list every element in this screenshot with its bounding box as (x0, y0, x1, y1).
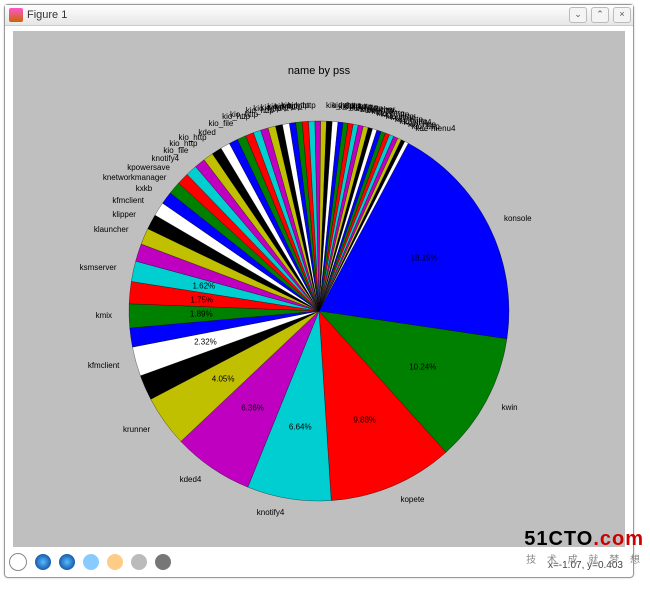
slice-label: klauncher (71, 225, 129, 234)
slice-percent: 18.19% (411, 253, 438, 262)
slice-label: knetworkmanager (103, 173, 161, 182)
watermark: 51CTO.com 技 术 成 就 梦 想 (524, 528, 644, 566)
home-icon[interactable] (9, 553, 27, 571)
watermark-sub: 技 术 成 就 梦 想 (524, 551, 644, 566)
back-icon[interactable] (35, 554, 51, 570)
maximize-button[interactable]: ⌃ (591, 7, 609, 23)
window-title: Figure 1 (27, 9, 67, 21)
slice-label: ksmserver (59, 263, 117, 272)
pie-chart (13, 31, 625, 547)
slice-label: kmix (54, 311, 112, 320)
forward-icon[interactable] (59, 554, 75, 570)
slice-label: krunner (92, 425, 150, 434)
slice-percent: 4.05% (212, 375, 235, 384)
zoom-icon[interactable] (107, 554, 123, 570)
slice-label: kio_http (258, 101, 316, 110)
figure-window: Figure 1 ⌄ ⌃ × name by pss konsole18.19%… (4, 4, 634, 578)
minimize-button[interactable]: ⌄ (569, 7, 587, 23)
save-icon[interactable] (155, 554, 171, 570)
slice-label: kde-menu4 (415, 124, 455, 133)
slice-label: kpowersave (112, 163, 170, 172)
slice-percent: 6.64% (289, 423, 312, 432)
slice-label: kded4 (143, 475, 201, 484)
slice-percent: 10.24% (409, 362, 436, 371)
watermark-main-red: .com (593, 528, 644, 550)
app-icon (9, 8, 23, 22)
slice-percent: 6.36% (241, 404, 264, 413)
slice-label: kded (158, 128, 216, 137)
slice-percent: 9.88% (353, 415, 376, 424)
slice-label: konsole (504, 214, 532, 223)
slice-percent: 1.62% (192, 282, 215, 291)
slice-label: knotify4 (226, 508, 284, 517)
slice-label: kopete (400, 495, 424, 504)
slice-label: kxkb (94, 184, 152, 193)
slice-label: kfmclient (86, 196, 144, 205)
configure-icon[interactable] (131, 554, 147, 570)
slice-label: kwin (502, 403, 518, 412)
slice-label: klipper (78, 210, 136, 219)
plot-area[interactable]: name by pss konsole18.19%kwin10.24%kopet… (13, 31, 625, 547)
titlebar[interactable]: Figure 1 ⌄ ⌃ × (5, 5, 633, 26)
pan-icon[interactable] (83, 554, 99, 570)
slice-label: knotify4 (121, 154, 179, 163)
matplotlib-toolbar (9, 551, 171, 573)
slice-percent: 1.89% (190, 310, 213, 319)
slice-percent: 1.75% (190, 295, 213, 304)
slice-percent: 2.32% (194, 338, 217, 347)
slice-label: kfmclient (61, 361, 119, 370)
watermark-main: 51CTO (524, 528, 593, 550)
close-button[interactable]: × (613, 7, 631, 23)
